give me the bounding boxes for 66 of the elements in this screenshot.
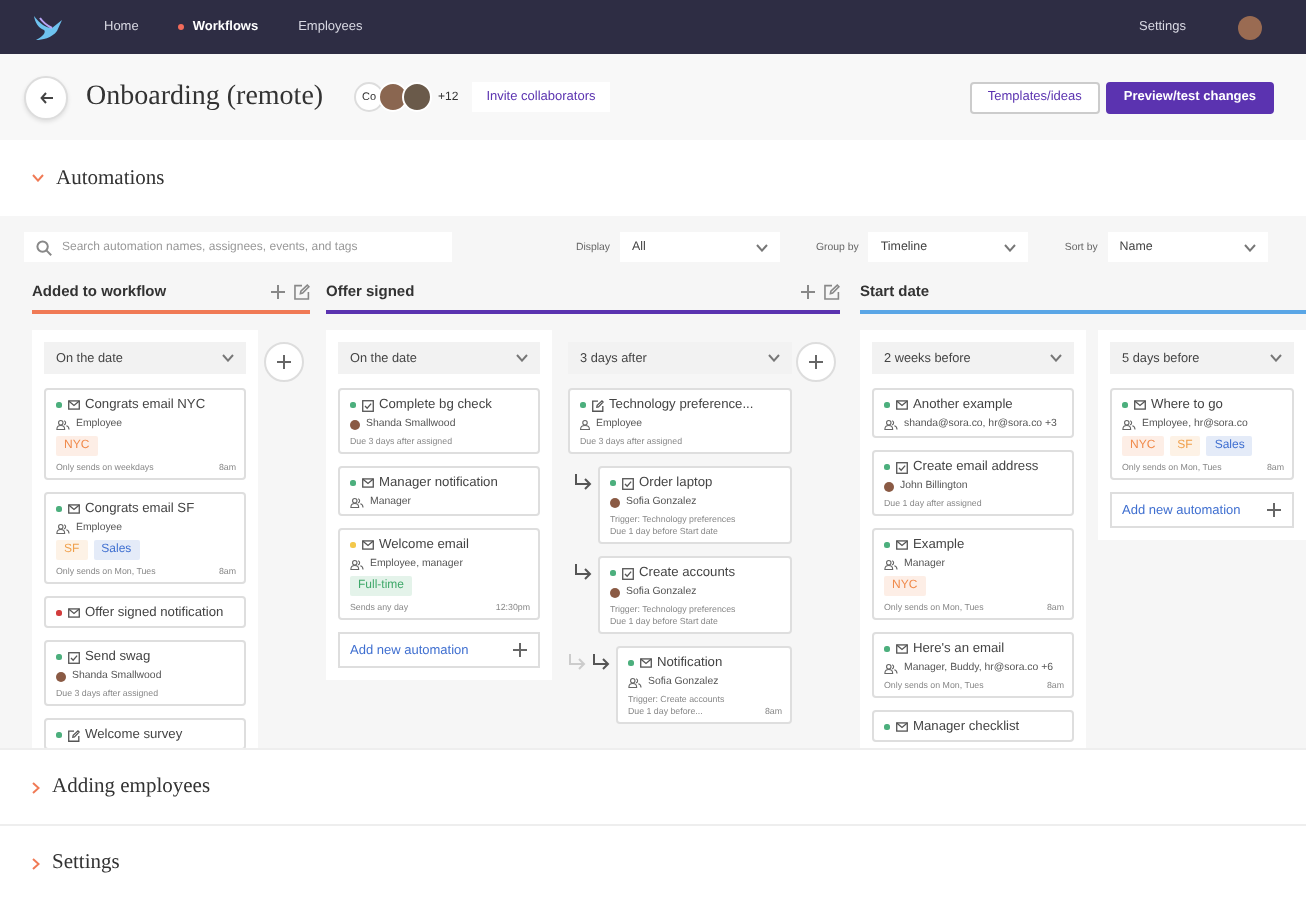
- chevron-down-icon: [1004, 243, 1017, 251]
- edit-icon: [591, 399, 603, 411]
- collaborator-avatar[interactable]: [402, 82, 432, 112]
- plus-icon[interactable]: [1266, 502, 1282, 518]
- person-icon: [580, 419, 590, 429]
- envelope-icon: [1133, 400, 1145, 410]
- plus-icon[interactable]: [512, 642, 528, 658]
- envelope-icon: [895, 644, 907, 654]
- add-column-button[interactable]: [264, 342, 304, 382]
- add-icon[interactable]: [800, 283, 816, 299]
- checkbox-icon: [621, 567, 633, 579]
- return-arrow-icon: [568, 654, 586, 670]
- chevron-down-icon: [1270, 354, 1282, 362]
- chevron-down-icon: [1050, 354, 1062, 362]
- assignee-avatar: [56, 671, 66, 681]
- chevron-down-icon: [516, 354, 528, 362]
- bird-logo-icon[interactable]: [32, 13, 64, 41]
- chevron-down-icon: [1243, 243, 1256, 251]
- page-title: Onboarding (remote): [86, 81, 326, 113]
- chevron-down-icon: [768, 354, 780, 362]
- envelope-icon: [895, 722, 907, 732]
- return-arrow-icon: [592, 654, 610, 670]
- envelope-icon: [67, 400, 79, 410]
- back-button[interactable]: [24, 75, 68, 119]
- people-icon: [350, 559, 364, 569]
- people-icon: [1122, 419, 1136, 429]
- people-icon: [56, 419, 70, 429]
- assignee-avatar: [350, 419, 360, 429]
- back-arrow-icon: [39, 91, 53, 103]
- add-column-button[interactable]: [796, 342, 836, 382]
- checkbox-icon: [67, 651, 79, 663]
- assignee-avatar: [610, 587, 620, 597]
- checkbox-icon: [361, 399, 373, 411]
- edit-icon[interactable]: [824, 283, 840, 299]
- collaborator-avatar[interactable]: [378, 82, 408, 112]
- people-icon: [350, 497, 364, 507]
- envelope-icon: [639, 658, 651, 668]
- envelope-icon: [361, 478, 373, 488]
- envelope-icon: [895, 540, 907, 550]
- checkbox-icon: [621, 477, 633, 489]
- plus-icon[interactable]: [808, 354, 824, 370]
- envelope-icon: [67, 504, 79, 514]
- edit-icon: [67, 729, 79, 741]
- envelope-icon: [67, 608, 79, 618]
- section-title[interactable]: Automations: [56, 167, 165, 189]
- people-icon: [628, 677, 642, 687]
- return-arrow-icon: [574, 474, 592, 490]
- section-title[interactable]: Adding employees: [52, 776, 211, 798]
- checkbox-icon: [895, 461, 907, 473]
- plus-icon[interactable]: [276, 354, 292, 370]
- search-icon: [36, 239, 52, 255]
- people-icon: [884, 663, 898, 673]
- assignee-avatar: [884, 481, 894, 491]
- assignee-avatar: [610, 497, 620, 507]
- envelope-icon: [361, 540, 373, 550]
- people-icon: [56, 523, 70, 533]
- edit-icon[interactable]: [294, 283, 310, 299]
- people-icon: [884, 419, 898, 429]
- return-arrow-icon: [574, 564, 592, 580]
- envelope-icon: [895, 400, 907, 410]
- people-icon: [884, 559, 898, 569]
- chevron-down-icon: [222, 354, 234, 362]
- section-title[interactable]: Settings: [52, 852, 120, 874]
- user-avatar[interactable]: [1238, 15, 1262, 39]
- add-icon[interactable]: [270, 283, 286, 299]
- chevron-down-icon: [756, 243, 769, 251]
